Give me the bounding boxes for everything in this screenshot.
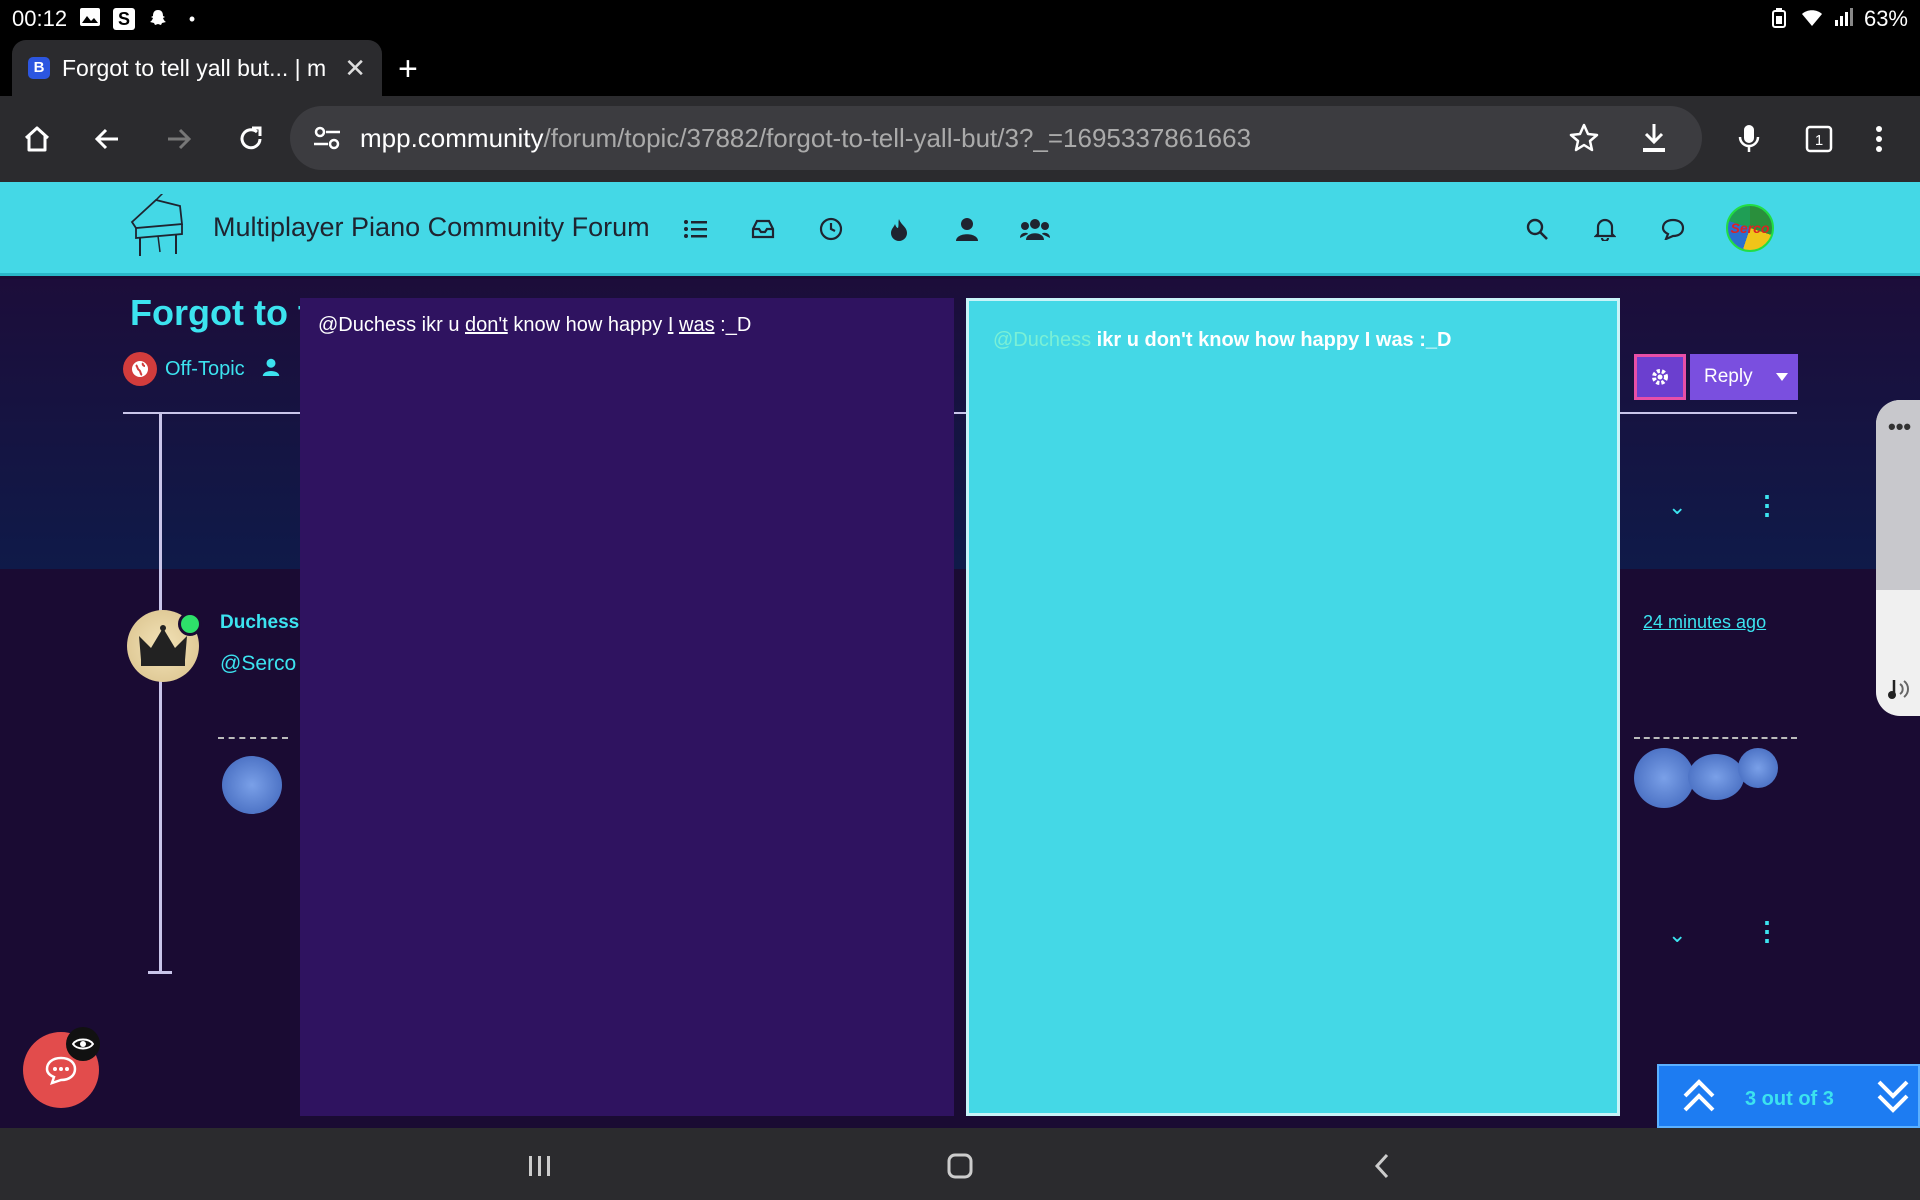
- inbox-icon[interactable]: [748, 214, 778, 244]
- composer-preview: @Duchess ikr u don't know how happy I wa…: [966, 298, 1620, 1116]
- site-favicon-icon: B: [28, 57, 50, 79]
- downvote-chevron-icon[interactable]: ⌄: [1668, 494, 1686, 520]
- browser-toolbar: mpp.community/forum/topic/37882/forgot-t…: [0, 96, 1920, 182]
- topic-title: Forgot to t: [130, 292, 310, 333]
- s-app-icon: S: [113, 8, 136, 30]
- online-status-dot: [178, 612, 202, 636]
- pagination-label[interactable]: 3 out of 3: [1745, 1088, 1834, 1111]
- categories-list-icon[interactable]: [680, 214, 710, 244]
- web-page: Multiplayer Piano Community Forum Serco: [0, 182, 1920, 1128]
- globe-icon: [123, 352, 157, 386]
- status-time: 00:12: [12, 6, 68, 31]
- flower-decoration: [1738, 748, 1778, 788]
- new-tab-icon[interactable]: +: [398, 50, 418, 89]
- reply-label: Reply: [1704, 366, 1753, 387]
- address-bar[interactable]: mpp.community/forum/topic/37882/forgot-t…: [290, 106, 1702, 170]
- download-icon[interactable]: [1640, 122, 1668, 159]
- site-settings-icon[interactable]: [312, 124, 342, 157]
- tab-count-icon[interactable]: 1: [1796, 116, 1842, 162]
- post-timestamp[interactable]: 24 minutes ago: [1643, 612, 1766, 633]
- edge-panel-handle[interactable]: •••: [1876, 400, 1920, 716]
- search-icon[interactable]: [1522, 214, 1552, 244]
- bookmark-star-icon[interactable]: [1568, 122, 1600, 159]
- flower-decoration: [1634, 748, 1694, 808]
- back-icon[interactable]: [84, 116, 130, 162]
- signature-divider: [1634, 737, 1797, 739]
- reply-button[interactable]: Reply: [1690, 354, 1798, 400]
- preview-text: @Duchess ikr u don't know how happy I wa…: [993, 329, 1452, 351]
- close-tab-icon[interactable]: ✕: [344, 53, 366, 84]
- forum-header: Multiplayer Piano Community Forum Serco: [0, 182, 1920, 276]
- post-author-name[interactable]: Duchess: [220, 612, 299, 634]
- last-page-icon[interactable]: [1875, 1078, 1911, 1121]
- microphone-icon[interactable]: [1726, 116, 1772, 162]
- browser-menu-icon[interactable]: [1856, 116, 1902, 162]
- reload-icon[interactable]: [228, 116, 274, 162]
- flower-decoration: [222, 756, 282, 814]
- timeline-line: [159, 414, 162, 974]
- url-text[interactable]: mpp.community/forum/topic/37882/forgot-t…: [360, 123, 1251, 154]
- user-icon[interactable]: [952, 214, 982, 244]
- flower-decoration: [1688, 754, 1744, 800]
- piano-logo-icon[interactable]: [126, 191, 188, 267]
- timeline-end: [148, 971, 172, 974]
- user-avatar[interactable]: Serco: [1726, 204, 1774, 252]
- music-note-icon[interactable]: [1888, 678, 1914, 705]
- post-menu-icon[interactable]: ⋮: [1754, 490, 1780, 521]
- pagination-bar: 3 out of 3: [1657, 1064, 1920, 1128]
- gallery-icon: [79, 8, 101, 30]
- more-dots-icon[interactable]: •••: [1888, 414, 1911, 440]
- home-nav-icon[interactable]: [940, 1146, 980, 1186]
- tab-title: Forgot to tell yall but... | m: [62, 54, 327, 81]
- chat-icon: [45, 1056, 77, 1085]
- forward-icon[interactable]: [156, 116, 202, 162]
- forum-title[interactable]: Multiplayer Piano Community Forum: [213, 212, 650, 243]
- composer-editor[interactable]: @Duchess ikr u don't know how happy I wa…: [300, 298, 954, 1116]
- post-menu-icon[interactable]: ⋮: [1754, 916, 1780, 947]
- tab-strip: B Forgot to tell yall but... | m ✕ +: [0, 38, 1920, 96]
- groups-icon[interactable]: [1020, 214, 1050, 244]
- wifi-icon: [1800, 8, 1822, 30]
- svg-text:1: 1: [1815, 132, 1823, 149]
- gear-icon: [1652, 369, 1668, 385]
- author-user-icon: [262, 358, 280, 381]
- downvote-chevron-icon[interactable]: ⌄: [1668, 922, 1686, 948]
- recent-clock-icon[interactable]: [816, 214, 846, 244]
- status-bar: 00:12 S • 63%: [0, 0, 1920, 38]
- notification-dot-icon: •: [188, 9, 196, 29]
- popular-fire-icon[interactable]: [884, 214, 914, 244]
- system-nav-bar: [0, 1128, 1920, 1200]
- back-nav-icon[interactable]: [1362, 1146, 1402, 1186]
- topic-tools-button[interactable]: [1634, 354, 1686, 400]
- signal-icon: [1832, 8, 1854, 30]
- notifications-bell-icon[interactable]: [1590, 214, 1620, 244]
- first-page-icon[interactable]: [1681, 1078, 1717, 1121]
- eye-icon[interactable]: [66, 1027, 100, 1061]
- category-label: Off-Topic: [165, 357, 245, 380]
- home-icon[interactable]: [14, 116, 60, 162]
- recent-apps-icon[interactable]: [520, 1146, 560, 1186]
- category-badge[interactable]: Off-Topic: [123, 352, 245, 386]
- chat-bubble-icon[interactable]: [1658, 214, 1688, 244]
- caret-down-icon[interactable]: [1776, 368, 1788, 386]
- signature-divider: [218, 737, 288, 739]
- composer-text[interactable]: @Duchess ikr u don't know how happy I wa…: [318, 314, 751, 337]
- battery-percent: 63%: [1863, 6, 1908, 31]
- snapchat-icon: [147, 8, 169, 30]
- browser-tab[interactable]: B Forgot to tell yall but... | m ✕: [12, 40, 382, 96]
- battery-saver-icon: [1768, 8, 1790, 30]
- post-mention[interactable]: @Serco: [220, 652, 296, 676]
